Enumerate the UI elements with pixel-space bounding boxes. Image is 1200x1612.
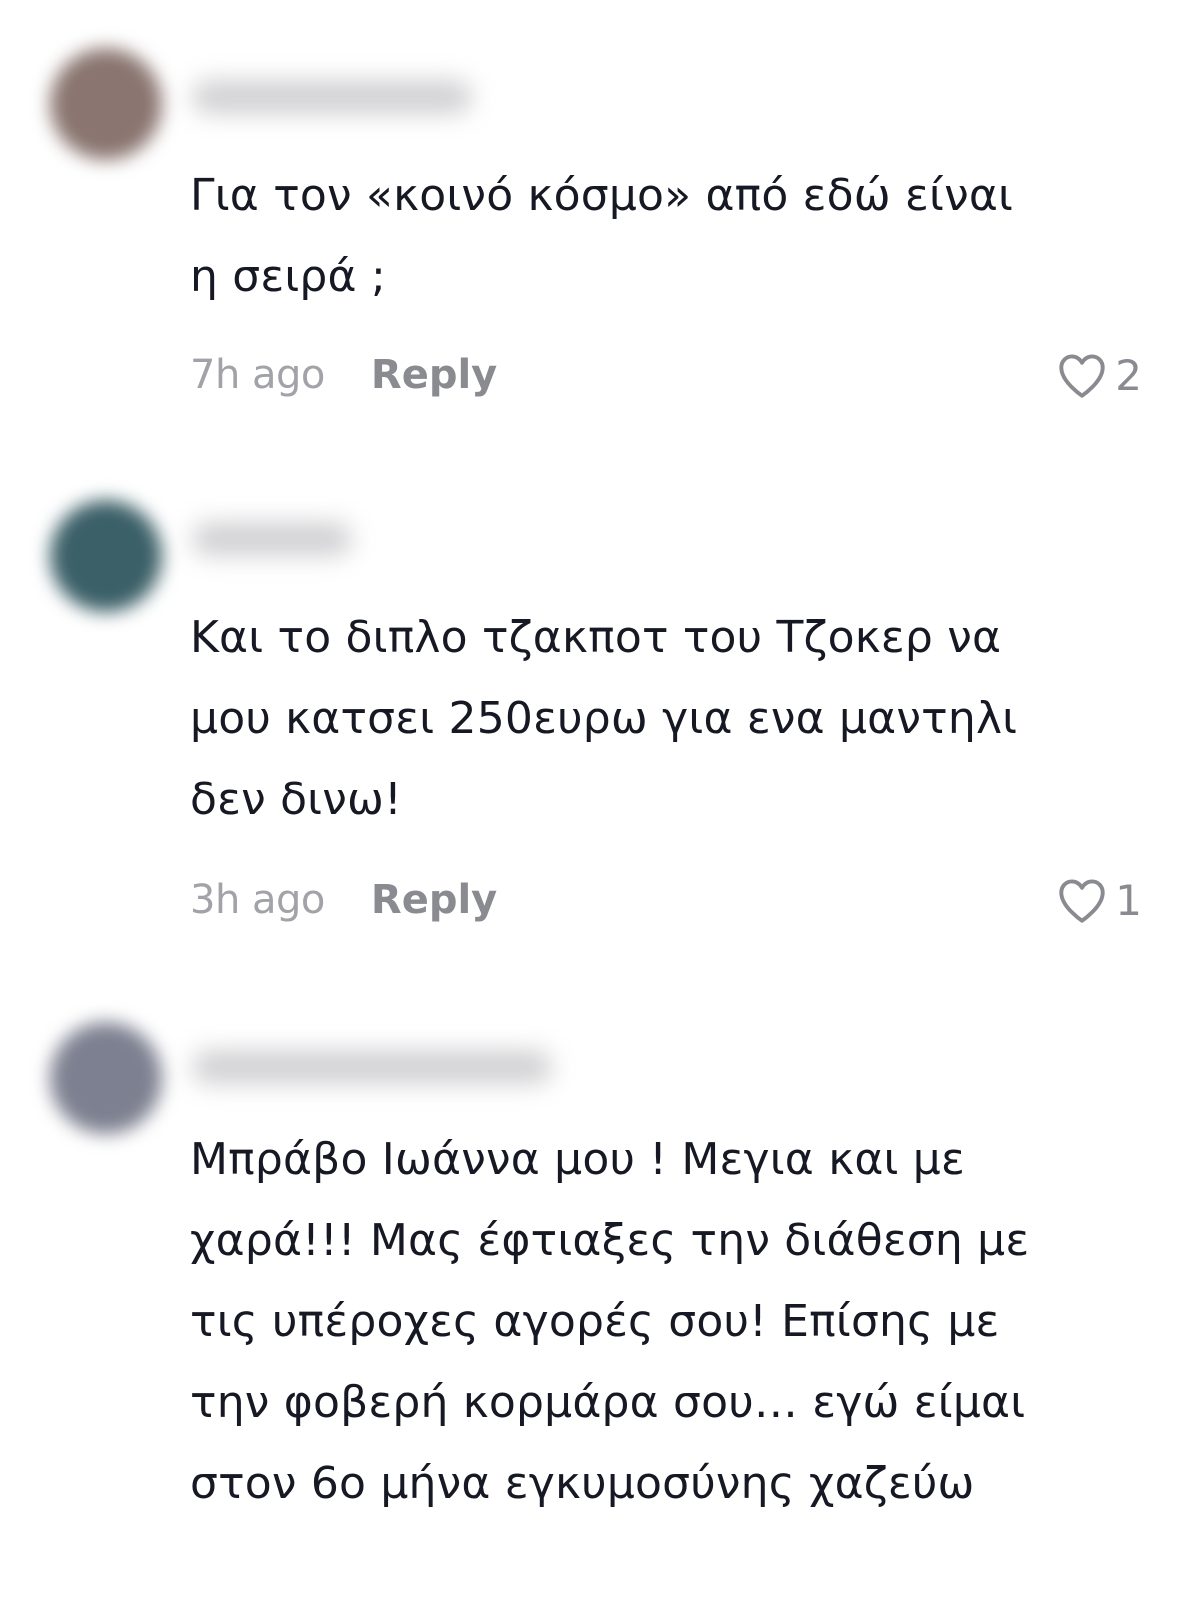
comment-text: Και το διπλο τζακποτ του Τζοκερ να μου κ… (190, 612, 1018, 825)
like-count: 1 (1115, 875, 1142, 925)
like-button[interactable]: 2 (1055, 345, 1142, 405)
avatar[interactable] (50, 48, 162, 160)
like-button[interactable]: 1 (1055, 870, 1142, 930)
reply-button[interactable]: Reply (371, 877, 497, 923)
heart-outline-icon[interactable] (1055, 876, 1109, 924)
comment-text: Για τον «κοινό κόσμο» από εδώ είναι η σε… (190, 170, 1014, 302)
heart-outline-icon[interactable] (1055, 351, 1109, 399)
comment-meta: 3h ago Reply (190, 870, 497, 930)
reply-button[interactable]: Reply (371, 352, 497, 398)
comment-time: 7h ago (190, 352, 325, 398)
avatar[interactable] (50, 500, 162, 612)
comment-time: 3h ago (190, 877, 325, 923)
like-count: 2 (1115, 350, 1142, 400)
username[interactable] (192, 80, 472, 114)
comment-text: Μπράβο Ιωάννα μου ! Μεγια και με χαρά!!!… (190, 1134, 1030, 1509)
username[interactable] (192, 1050, 552, 1084)
avatar[interactable] (50, 1022, 162, 1134)
comment-meta: 7h ago Reply (190, 345, 497, 405)
username[interactable] (192, 522, 352, 556)
